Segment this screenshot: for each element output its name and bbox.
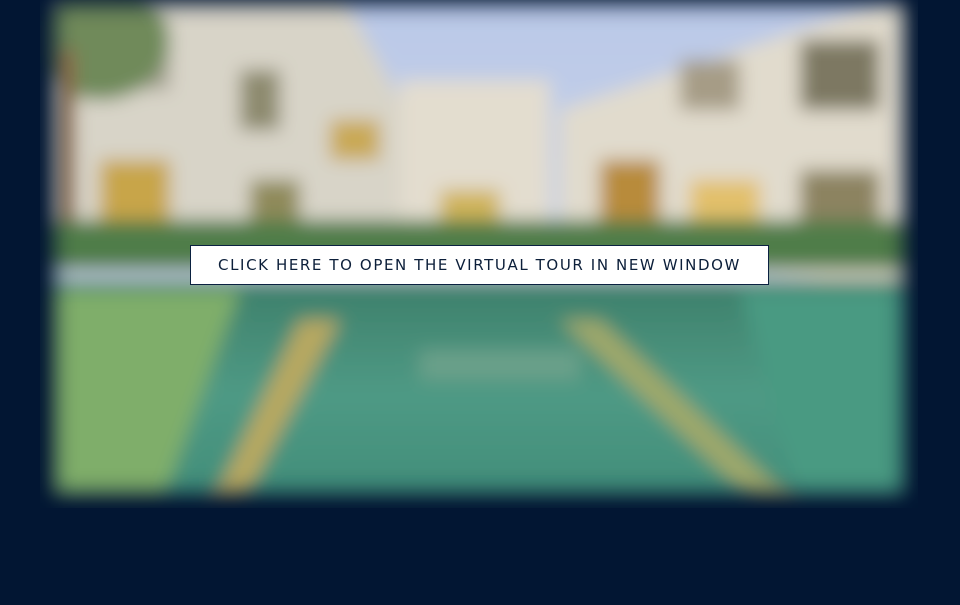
page: CLICK HERE TO OPEN THE VIRTUAL TOUR IN N… <box>0 0 960 605</box>
open-virtual-tour-button[interactable]: CLICK HERE TO OPEN THE VIRTUAL TOUR IN N… <box>190 245 769 285</box>
